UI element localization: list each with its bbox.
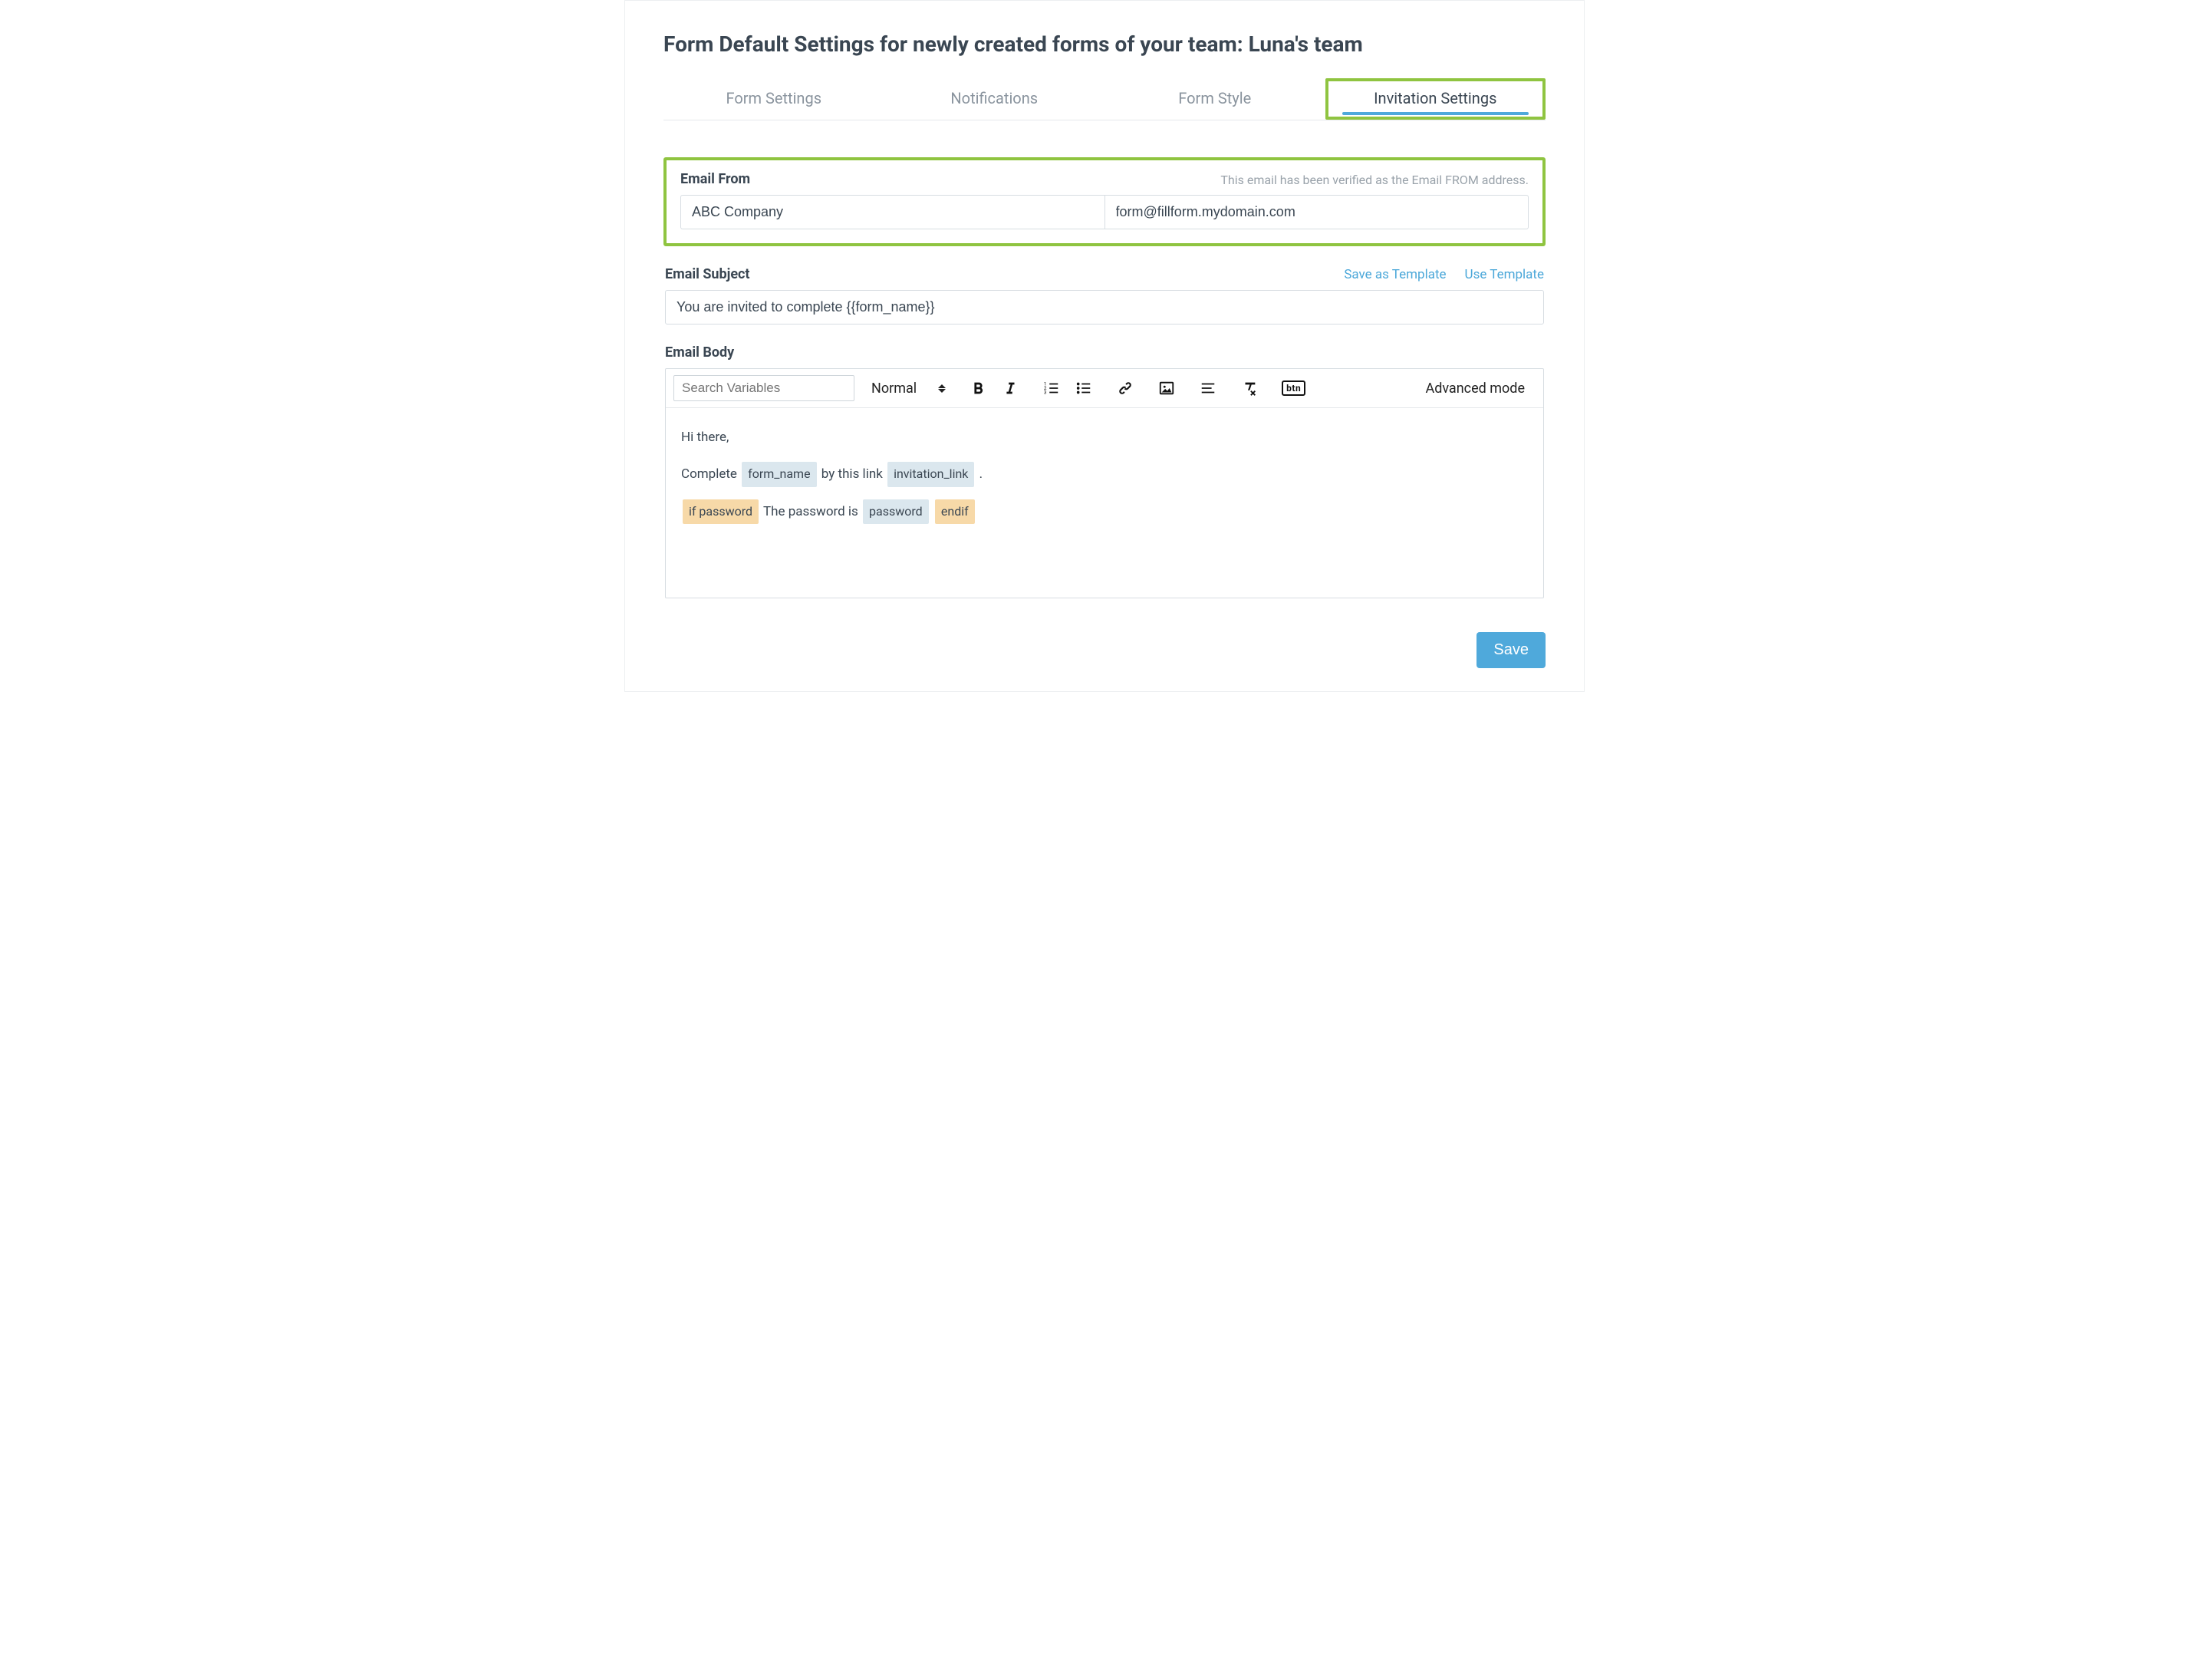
tab-label: Form Settings [726,89,821,107]
conditional-chip-if[interactable]: if password [683,499,759,524]
tab-form-style[interactable]: Form Style [1104,78,1325,120]
body-text: The password is [760,504,861,519]
search-variables-input[interactable] [673,375,854,401]
image-icon [1158,380,1175,397]
email-from-address-input[interactable] [1104,195,1529,229]
email-from-label: Email From [680,171,750,187]
bold-icon [970,380,986,397]
tab-label: Notifications [950,89,1038,107]
link-icon [1117,380,1134,397]
rich-text-editor: Normal [665,368,1544,598]
paragraph-format-select[interactable]: Normal [865,380,952,397]
tab-notifications[interactable]: Notifications [884,78,1105,120]
button-insert-button[interactable]: btn [1282,379,1305,397]
body-text: by this link [818,466,886,482]
unordered-list-button[interactable] [1075,379,1093,397]
align-icon [1200,380,1216,397]
link-button[interactable] [1116,379,1134,397]
variable-chip-invitation-link[interactable]: invitation_link [887,462,974,486]
tab-invitation-settings[interactable]: Invitation Settings [1325,78,1546,120]
italic-icon [1002,380,1019,397]
variable-chip-form-name[interactable]: form_name [742,462,816,486]
body-line-2: Complete form_name by this link invitati… [681,462,1528,486]
advanced-mode-toggle[interactable]: Advanced mode [1425,380,1536,397]
select-caret-icon [938,384,946,393]
email-subject-label: Email Subject [665,266,750,282]
body-text: . [976,466,983,482]
tab-label: Form Style [1178,89,1251,107]
email-subject-section: Email Subject Save as Template Use Templ… [663,266,1546,324]
editor-toolbar: Normal [666,369,1543,408]
tab-bar: Form Settings Notifications Form Style I… [663,78,1546,120]
email-from-name-input[interactable] [680,195,1104,229]
tab-label: Invitation Settings [1374,89,1496,107]
conditional-chip-endif[interactable]: endif [935,499,975,524]
tab-underline [1342,112,1529,115]
clear-formatting-icon [1241,380,1258,397]
email-from-section: Email From This email has been verified … [663,157,1546,246]
body-line-1: Hi there, [681,425,1528,450]
email-body-section: Email Body Normal [663,344,1546,598]
svg-text:3: 3 [1044,389,1047,395]
use-template-link[interactable]: Use Template [1465,267,1544,282]
align-button[interactable] [1199,379,1217,397]
unordered-list-icon [1075,380,1092,397]
email-body-label: Email Body [665,344,734,361]
save-as-template-link[interactable]: Save as Template [1344,267,1446,282]
editor-content[interactable]: Hi there, Complete form_name by this lin… [666,408,1543,598]
clear-formatting-button[interactable] [1240,379,1259,397]
variable-chip-password[interactable]: password [863,499,929,524]
email-from-help: This email has been verified as the Emai… [1220,173,1529,187]
body-text: Complete [681,466,740,482]
paragraph-format-label: Normal [871,380,917,397]
ordered-list-button[interactable]: 123 [1042,379,1061,397]
tab-form-settings[interactable]: Form Settings [663,78,884,120]
body-line-3: if password The password is password end… [681,499,1528,524]
ordered-list-icon: 123 [1043,380,1060,397]
image-button[interactable] [1157,379,1176,397]
settings-page: Form Default Settings for newly created … [624,0,1585,692]
page-title: Form Default Settings for newly created … [663,31,1546,57]
email-subject-input[interactable] [665,290,1544,324]
italic-button[interactable] [1001,379,1019,397]
bold-button[interactable] [969,379,987,397]
btn-icon: btn [1282,380,1305,396]
save-button[interactable]: Save [1477,632,1546,668]
